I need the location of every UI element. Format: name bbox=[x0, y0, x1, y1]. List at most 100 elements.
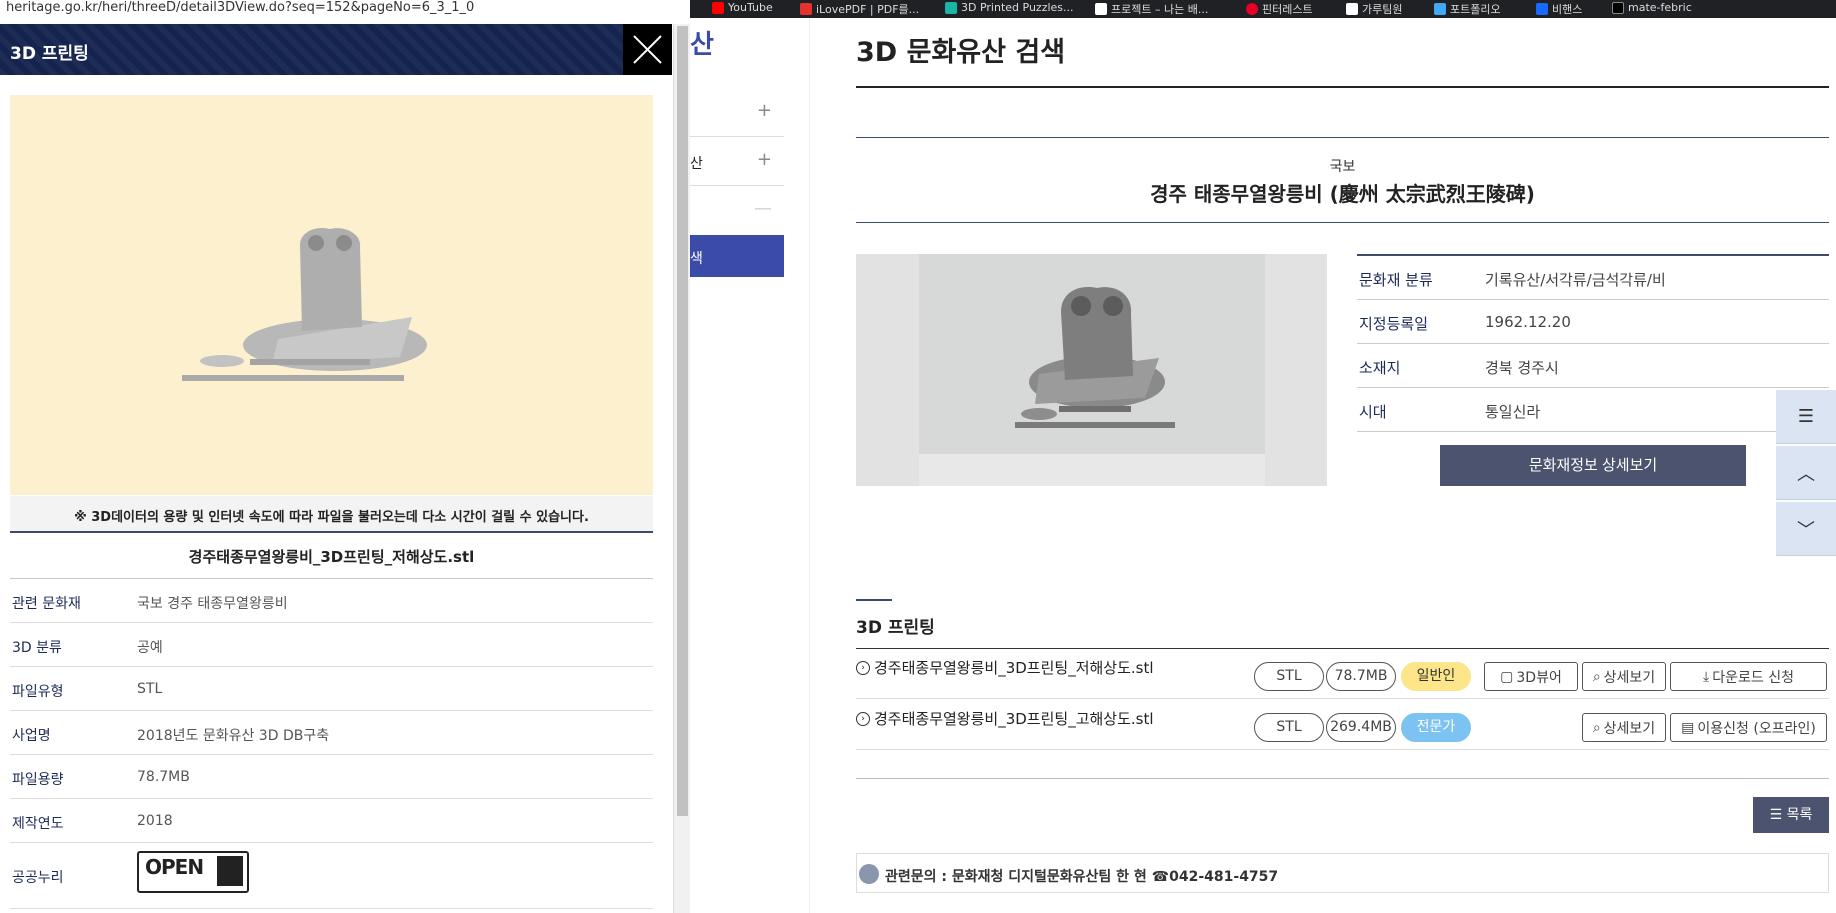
info-row: 관련 문화재 국보 경주 태종무열왕릉비 bbox=[10, 579, 653, 623]
divider bbox=[856, 778, 1829, 779]
person-icon bbox=[859, 864, 879, 884]
main-page: 산 + 산 + — 색 3D 문화유산 검색 국보 경주 태종무열왕릉비 (慶州 … bbox=[690, 18, 1836, 913]
bookmark-behance[interactable]: 비핸스 bbox=[1536, 1, 1582, 17]
info-row: 파일용량 78.7MB bbox=[10, 755, 653, 799]
divider bbox=[856, 86, 1829, 88]
menu-button[interactable]: ☰ bbox=[1776, 390, 1836, 444]
info-row: 3D 분류 공예 bbox=[10, 623, 653, 667]
file-size-badge: 78.7MB bbox=[1326, 662, 1396, 691]
popup-window: heritage.go.kr/heri/threeD/detail3DView.… bbox=[0, 0, 690, 913]
close-icon bbox=[633, 35, 662, 64]
k-icon bbox=[1612, 1, 1624, 14]
nav-item-1[interactable]: + bbox=[690, 88, 784, 137]
section-accent bbox=[856, 599, 892, 601]
heritage-thumbnail bbox=[856, 254, 1327, 486]
search-icon: ⌕ bbox=[1592, 719, 1601, 736]
content: 3D 문화유산 검색 국보 경주 태종무열왕릉비 (慶州 太宗武烈王陵碑) 문화… bbox=[856, 18, 1836, 913]
chevron-right-icon: › bbox=[856, 711, 870, 726]
scroll-down-button[interactable]: ﹀ bbox=[1776, 502, 1836, 556]
info-row: 제작연도 2018 bbox=[10, 799, 653, 843]
left-nav: 산 + 산 + — 색 bbox=[690, 18, 810, 913]
heritage-name: 경주 태종무열왕릉비 (慶州 太宗武烈王陵碑) bbox=[1150, 182, 1535, 206]
popup-title: 3D 프린팅 bbox=[10, 44, 89, 64]
kogl-license-badge[interactable]: OPEN bbox=[137, 851, 249, 893]
file-title: 경주태종무열왕릉비_3D프린팅_저해상도.stl bbox=[10, 535, 653, 579]
file-size-badge: 269.4MB bbox=[1326, 713, 1396, 742]
file-name[interactable]: › 경주태종무열왕릉비_3D프린팅_고해상도.stl bbox=[856, 708, 1154, 729]
cube-icon: ▢ bbox=[1500, 668, 1514, 685]
detail-row: 문화재 분류 기록유산/서각류/금석각류/비 bbox=[1357, 256, 1829, 300]
section-title: 3D 프린팅 bbox=[856, 618, 935, 638]
popup-scrollbar[interactable] bbox=[673, 24, 690, 913]
detail-view-button[interactable]: ⌕ 상세보기 bbox=[1582, 713, 1666, 742]
site-logo[interactable]: 산 bbox=[690, 24, 714, 61]
page-title: 3D 문화유산 검색 bbox=[856, 37, 1066, 68]
search-icon: ⌕ bbox=[1592, 668, 1601, 685]
bookmark-puzzles[interactable]: 3D Printed Puzzles... bbox=[945, 1, 1074, 14]
file-type-badge: STL bbox=[1254, 662, 1324, 691]
nav-item-2[interactable]: 산 + bbox=[690, 137, 784, 186]
nav-item-active[interactable]: 색 bbox=[690, 235, 784, 277]
bookmark-pinterest[interactable]: 핀터레스트 bbox=[1246, 1, 1313, 17]
loading-notice: ※ 3D데이터의 용량 및 인터넷 속도에 따라 파일을 불러오는데 다소 시간… bbox=[10, 496, 653, 533]
nav-item-3[interactable]: — bbox=[690, 186, 784, 235]
info-row: 공공누리 OPEN bbox=[10, 843, 653, 909]
license-type-icon bbox=[217, 856, 243, 886]
popup-close-button[interactable] bbox=[623, 24, 672, 75]
file-info-table: 관련 문화재 국보 경주 태종무열왕릉비 3D 분류 공예 파일유형 STL 사업명 2… bbox=[10, 579, 653, 909]
bookmark-ilovepdf[interactable]: iLovePDF | PDF를... bbox=[800, 1, 919, 17]
heritage-category: 국보 bbox=[1329, 159, 1356, 175]
list-button[interactable]: ☰ 목록 bbox=[1753, 797, 1829, 833]
document-icon: ▤ bbox=[1681, 719, 1695, 736]
3d-viewer-button[interactable]: ▢ 3D뷰어 bbox=[1484, 662, 1578, 691]
heritage-detail-button[interactable]: 문화재정보 상세보기 bbox=[1440, 445, 1746, 486]
bookmark-youtube[interactable]: YouTube bbox=[712, 1, 773, 14]
divider bbox=[856, 222, 1829, 223]
contact-info: 관련문의 : 문화재청 디지털문화유산팀 한 현 ☎042-481-4757 bbox=[856, 853, 1829, 893]
portfolio-icon bbox=[1434, 3, 1446, 15]
popup-header: 3D 프린팅 bbox=[0, 24, 672, 75]
scrollbar-thumb[interactable] bbox=[677, 26, 688, 816]
home-icon bbox=[1095, 3, 1107, 15]
detail-view-button[interactable]: ⌕ 상세보기 bbox=[1582, 662, 1666, 691]
3d-viewer-canvas[interactable] bbox=[10, 95, 653, 495]
detail-row: 지정등록일 1962.12.20 bbox=[1357, 300, 1829, 344]
plus-icon: + bbox=[756, 149, 772, 170]
download-request-button[interactable]: ⤓ 다운로드 신청 bbox=[1670, 662, 1827, 691]
scroll-up-button[interactable]: ︿ bbox=[1776, 446, 1836, 500]
bookmark-portfolio[interactable]: 포트폴리오 bbox=[1434, 1, 1501, 17]
offline-request-button[interactable]: ▤ 이용신청 (오프라인) bbox=[1670, 713, 1827, 742]
file-name[interactable]: › 경주태종무열왕릉비_3D프린팅_저해상도.stl bbox=[856, 657, 1154, 678]
chevron-up-icon: ︿ bbox=[1797, 463, 1815, 485]
heritage-detail-table: 문화재 분류 기록유산/서각류/금석각류/비 지정등록일 1962.12.20 소재… bbox=[1357, 254, 1829, 432]
bookmark-team[interactable]: 가루팀원 bbox=[1346, 1, 1402, 17]
bookmark-mate[interactable]: mate-febric bbox=[1612, 1, 1692, 14]
stele-3d-model[interactable] bbox=[10, 95, 653, 495]
thumbnail-image bbox=[919, 254, 1265, 486]
divider bbox=[856, 137, 1829, 138]
ilovepdf-icon bbox=[800, 3, 812, 15]
file-row: › 경주태종무열왕릉비_3D프린팅_고해상도.stl STL 269.4MB 전문… bbox=[856, 700, 1829, 750]
floating-controls: ☰ ︿ ﹀ bbox=[1776, 390, 1836, 558]
pinterest-icon bbox=[1246, 3, 1258, 15]
audience-badge: 일반인 bbox=[1401, 662, 1471, 691]
plus-icon: + bbox=[756, 100, 772, 121]
file-type-badge: STL bbox=[1254, 713, 1324, 742]
behance-icon bbox=[1536, 3, 1548, 15]
menu-icon: ☰ bbox=[1797, 406, 1815, 427]
chevron-right-icon: › bbox=[856, 660, 870, 675]
minus-icon: — bbox=[754, 198, 772, 219]
popup-url: heritage.go.kr/heri/threeD/detail3DView.… bbox=[0, 0, 690, 24]
download-icon: ⤓ bbox=[1703, 668, 1710, 685]
g-icon bbox=[1346, 3, 1358, 15]
puzzle-icon bbox=[945, 1, 957, 14]
audience-badge: 전문가 bbox=[1401, 713, 1471, 742]
info-row: 사업명 2018년도 문화유산 3D DB구축 bbox=[10, 711, 653, 755]
file-row: › 경주태종무열왕릉비_3D프린팅_저해상도.stl STL 78.7MB 일반인… bbox=[856, 649, 1829, 699]
detail-row: 소재지 경북 경주시 bbox=[1357, 344, 1829, 388]
info-row: 파일유형 STL bbox=[10, 667, 653, 711]
stele-render bbox=[919, 287, 1265, 486]
detail-row: 시대 통일신라 bbox=[1357, 388, 1829, 432]
bookmark-project[interactable]: 프로젝트 – 나는 배... bbox=[1095, 1, 1208, 17]
youtube-icon bbox=[712, 1, 724, 14]
